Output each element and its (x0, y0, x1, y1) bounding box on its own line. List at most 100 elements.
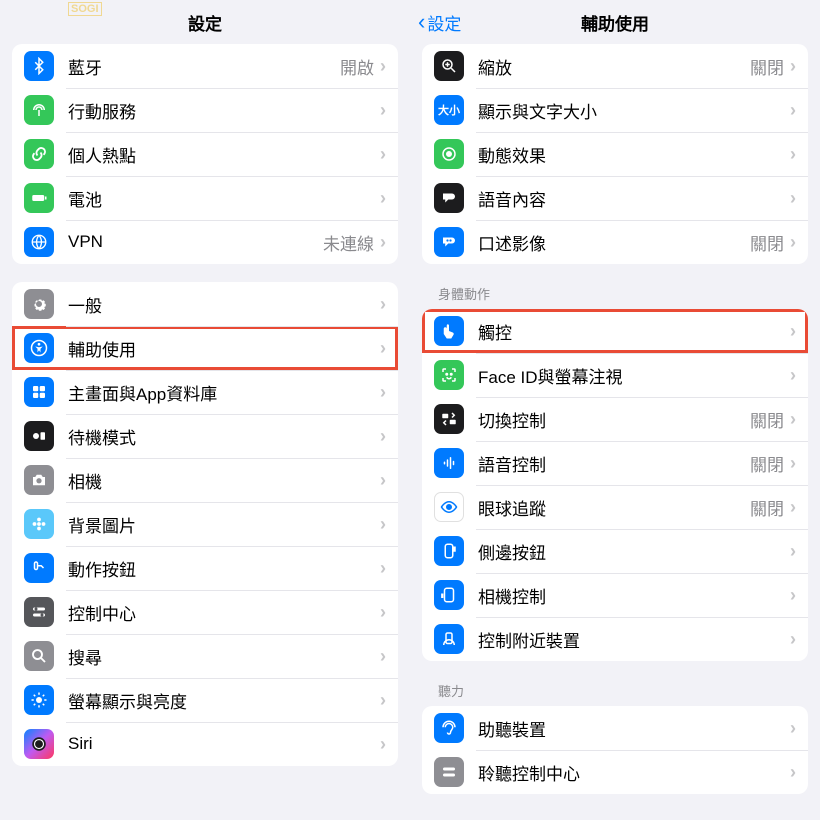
settings-row[interactable]: 背景圖片› (12, 502, 398, 546)
touch-icon (434, 316, 464, 346)
zoom-icon (434, 51, 464, 81)
row-label: 切換控制 (478, 407, 750, 432)
chevron-right-icon: › (380, 144, 386, 165)
row-label: 眼球追蹤 (478, 495, 750, 520)
chevron-right-icon: › (790, 762, 796, 783)
row-label: 背景圖片 (68, 512, 380, 537)
group-motor: 觸控›Face ID與螢幕注視›切換控制關閉›語音控制關閉›眼球追蹤關閉›側邊按… (422, 309, 808, 661)
bt-icon (24, 51, 54, 81)
speech-icon (434, 183, 464, 213)
row-label: 行動服務 (68, 98, 380, 123)
row-label: 縮放 (478, 54, 750, 79)
accessibility-row[interactable]: 切換控制關閉› (422, 397, 808, 441)
row-label: 個人熱點 (68, 142, 380, 167)
settings-row[interactable]: 待機模式› (12, 414, 398, 458)
row-label: 相機控制 (478, 583, 790, 608)
settings-row[interactable]: 藍牙開啟› (12, 44, 398, 88)
antenna-icon (24, 95, 54, 125)
row-label: 相機 (68, 468, 380, 493)
chevron-right-icon: › (380, 470, 386, 491)
nearby-icon (434, 624, 464, 654)
action-icon (24, 553, 54, 583)
row-label: 搜尋 (68, 644, 380, 669)
settings-row[interactable]: 動作按鈕› (12, 546, 398, 590)
accessibility-row[interactable]: 相機控制› (422, 573, 808, 617)
chevron-right-icon: › (380, 188, 386, 209)
settings-row[interactable]: 個人熱點› (12, 132, 398, 176)
accessibility-row[interactable]: 語音內容› (422, 176, 808, 220)
accessibility-row[interactable]: 動態效果› (422, 132, 808, 176)
accessibility-row[interactable]: 助聽裝置› (422, 706, 808, 750)
settings-row[interactable]: 電池› (12, 176, 398, 220)
settings-row[interactable]: 相機› (12, 458, 398, 502)
accessibility-row[interactable]: 縮放關閉› (422, 44, 808, 88)
siri-icon (24, 729, 54, 759)
chevron-right-icon: › (380, 558, 386, 579)
row-label: 語音控制 (478, 451, 750, 476)
chevron-right-icon: › (790, 365, 796, 386)
chevron-right-icon: › (790, 629, 796, 650)
battery-icon (24, 183, 54, 213)
chevron-right-icon: › (790, 321, 796, 342)
row-label: 待機模式 (68, 424, 380, 449)
row-label: 螢幕顯示與亮度 (68, 688, 380, 713)
accessibility-row[interactable]: 聆聽控制中心› (422, 750, 808, 794)
chevron-right-icon: › (380, 602, 386, 623)
accessibility-row[interactable]: 觸控› (422, 309, 808, 353)
accessibility-row[interactable]: 語音控制關閉 › (422, 441, 808, 485)
accessibility-row[interactable]: 大小顯示與文字大小› (422, 88, 808, 132)
row-label: VPN (68, 232, 323, 252)
settings-row[interactable]: VPN未連線› (12, 220, 398, 264)
listen-icon (434, 757, 464, 787)
home-icon (24, 377, 54, 407)
settings-row[interactable]: 一般› (12, 282, 398, 326)
row-label: 輔助使用 (68, 336, 380, 361)
scroll-left[interactable]: 藍牙開啟›行動服務›個人熱點›電池›VPN未連線› 一般›輔助使用›主畫面與Ap… (0, 44, 410, 820)
chevron-right-icon: › (790, 453, 796, 474)
group-vision: 縮放關閉›大小顯示與文字大小›動態效果›語音內容›口述影像關閉› (422, 44, 808, 264)
settings-row[interactable]: 主畫面與App資料庫› (12, 370, 398, 414)
chevron-right-icon: › (380, 690, 386, 711)
settings-row[interactable]: 行動服務› (12, 88, 398, 132)
settings-row[interactable]: 控制中心› (12, 590, 398, 634)
camera-icon (24, 465, 54, 495)
audio-icon (434, 227, 464, 257)
row-value: 未連線 (323, 230, 374, 255)
row-label: 控制附近裝置 (478, 627, 790, 652)
gear-icon (24, 289, 54, 319)
face-icon (434, 360, 464, 390)
chevron-right-icon: › (790, 232, 796, 253)
chevron-right-icon: › (790, 100, 796, 121)
toggles-icon (24, 597, 54, 627)
header-left: 設定 (0, 0, 410, 44)
chevron-right-icon: › (380, 426, 386, 447)
accessibility-row[interactable]: 控制附近裝置› (422, 617, 808, 661)
chevron-right-icon: › (790, 497, 796, 518)
link-icon (24, 139, 54, 169)
settings-row[interactable]: Siri› (12, 722, 398, 766)
accessibility-row[interactable]: 側邊按鈕› (422, 529, 808, 573)
settings-pane-left: SOGI 設定 藍牙開啟›行動服務›個人熱點›電池›VPN未連線› 一般›輔助使… (0, 0, 410, 820)
settings-row[interactable]: 輔助使用› (12, 326, 398, 370)
back-button[interactable]: ‹ 設定 (418, 9, 461, 35)
accessibility-row[interactable]: 眼球追蹤關閉› (422, 485, 808, 529)
settings-row[interactable]: 螢幕顯示與亮度› (12, 678, 398, 722)
settings-row[interactable]: 搜尋› (12, 634, 398, 678)
scroll-right[interactable]: 縮放關閉›大小顯示與文字大小›動態效果›語音內容›口述影像關閉› 身體動作 觸控… (410, 44, 820, 820)
chevron-right-icon: › (790, 56, 796, 77)
page-title: 設定 (188, 10, 222, 35)
chevron-left-icon: ‹ (418, 9, 425, 35)
chevron-right-icon: › (380, 100, 386, 121)
standby-icon (24, 421, 54, 451)
row-label: 顯示與文字大小 (478, 98, 790, 123)
textsize-icon: 大小 (434, 95, 464, 125)
side-icon (434, 536, 464, 566)
row-value: 關閉 (750, 451, 784, 476)
flower-icon (24, 509, 54, 539)
section-header-motor: 身體動作 (422, 264, 808, 309)
accessibility-row[interactable]: Face ID與螢幕注視› (422, 353, 808, 397)
accessibility-row[interactable]: 口述影像關閉› (422, 220, 808, 264)
row-label: 口述影像 (478, 230, 750, 255)
row-value: 開啟 (340, 54, 374, 79)
chevron-right-icon: › (380, 338, 386, 359)
